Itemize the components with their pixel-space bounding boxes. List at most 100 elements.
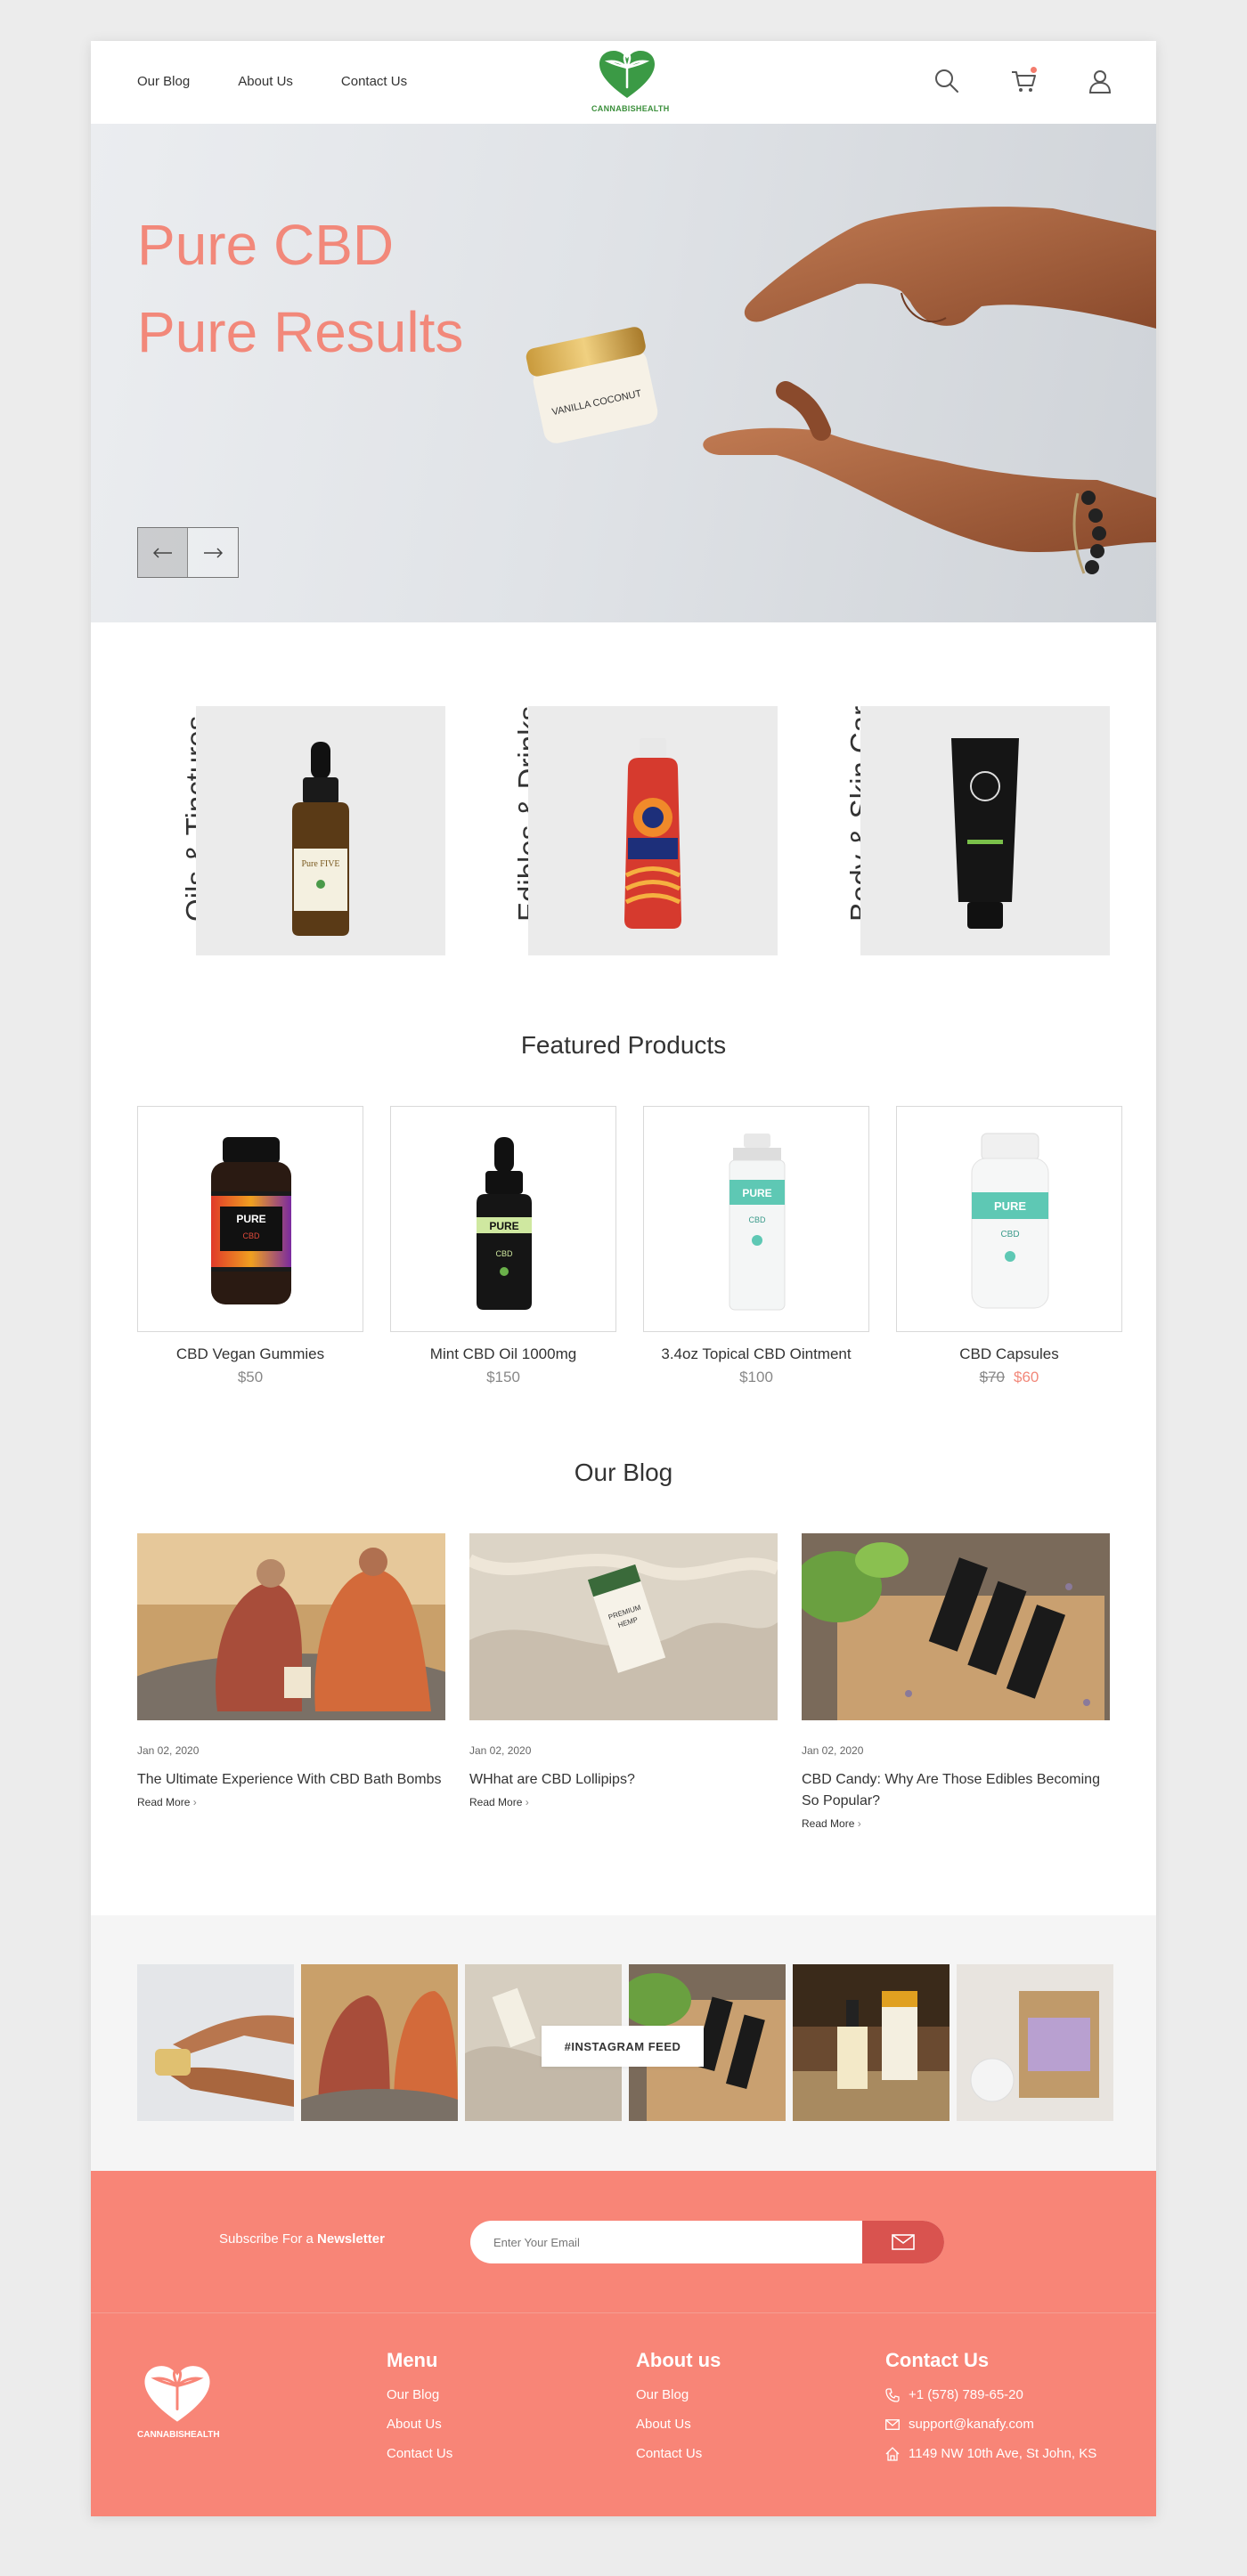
post-title[interactable]: WHhat are CBD Lollipips? [469, 1769, 778, 1791]
footer-link-contact-us[interactable]: Contact Us [636, 2446, 721, 2461]
main-nav: Our Blog About Us Contact Us [137, 74, 407, 89]
product-name[interactable]: 3.4oz Topical CBD Ointment [643, 1345, 869, 1363]
hero-banner: VANILLA COCONUT Pure CBD Pure Results [91, 124, 1156, 622]
heart-leaf-logo-icon [144, 2366, 210, 2422]
user-icon[interactable] [1087, 68, 1113, 94]
product-name[interactable]: Mint CBD Oil 1000mg [390, 1345, 616, 1363]
contact-phone[interactable]: +1 (578) 789-65-20 [885, 2387, 1096, 2402]
category-oils-tinctures[interactable]: Oils & Tinctures Pure FIVE [137, 706, 445, 955]
newsletter-section: Subscribe For a Newsletter [91, 2171, 1156, 2313]
envelope-icon [892, 2234, 915, 2250]
category-label: Body & Skin Care [844, 706, 860, 922]
blog-post[interactable]: PREMIUM HEMP Jan 02, 2020 WHhat are CBD … [469, 1533, 778, 1808]
category-image [528, 706, 778, 955]
chevron-right-icon: › [525, 1796, 529, 1808]
email-input[interactable] [470, 2221, 844, 2263]
product-name[interactable]: CBD Capsules [896, 1345, 1122, 1363]
gummies-jar-image: PURE CBD [211, 1137, 291, 1304]
product-image[interactable]: PURE CBD [643, 1106, 869, 1332]
category-label: Oils & Tinctures [180, 715, 196, 922]
post-date: Jan 02, 2020 [802, 1744, 864, 1757]
newsletter-text: Subscribe For a Newsletter [219, 2231, 385, 2247]
blog-post[interactable]: Jan 02, 2020 CBD Candy: Why Are Those Ed… [802, 1533, 1110, 1830]
svg-text:PURE: PURE [742, 1187, 771, 1199]
footer-link-contact-us[interactable]: Contact Us [387, 2446, 452, 2461]
nav-contact-us[interactable]: Contact Us [341, 74, 407, 89]
site-header: Our Blog About Us Contact Us CANNABISHEA… [91, 41, 1156, 124]
blog-post-image[interactable] [802, 1533, 1110, 1720]
product-name[interactable]: CBD Vegan Gummies [137, 1345, 363, 1363]
footer-link-our-blog[interactable]: Our Blog [636, 2387, 721, 2402]
arrow-right-icon [204, 547, 223, 558]
couple-outdoors-image [137, 1533, 445, 1720]
footer-link-about-us[interactable]: About Us [636, 2417, 721, 2432]
footer-link-our-blog[interactable]: Our Blog [387, 2387, 452, 2402]
product-image[interactable]: PURE CBD [390, 1106, 616, 1332]
phone-icon [885, 2387, 900, 2402]
category-edibles-drinks[interactable]: Edibles & Drinks [469, 706, 778, 955]
product-price: $50 [237, 1369, 264, 1386]
product-card[interactable]: PURE CBD CBD Vegan Gummies $50 [137, 1106, 363, 1386]
instagram-photo[interactable] [957, 1964, 1113, 2121]
nav-about-us[interactable]: About Us [238, 74, 293, 89]
blog-post-image[interactable] [137, 1533, 445, 1720]
read-more-link[interactable]: Read More › [469, 1796, 778, 1808]
contact-email[interactable]: support@kanafy.com [885, 2417, 1096, 2432]
category-body-skin-care[interactable]: Body & Skin Care [802, 706, 1110, 955]
blog-post[interactable]: Jan 02, 2020 The Ultimate Experience Wit… [137, 1533, 445, 1808]
svg-text:CBD: CBD [1000, 1230, 1019, 1239]
drink-bottle-image [624, 738, 681, 929]
cart-icon[interactable] [1010, 65, 1039, 94]
site-footer: CANNABISHEALTH Menu Our Blog About Us Co… [91, 2313, 1156, 2516]
slider-prev-button[interactable] [138, 528, 188, 577]
product-price: $150 [486, 1369, 520, 1386]
product-card[interactable]: PURE CBD 3.4oz Topical CBD Ointment $100 [643, 1106, 869, 1386]
post-date: Jan 02, 2020 [137, 1744, 200, 1757]
logo-text: CANNABISHEALTH [591, 104, 670, 113]
old-price: $70 [979, 1369, 1005, 1386]
read-more-link[interactable]: Read More › [802, 1817, 1110, 1830]
dropper-bottle-image: Pure FIVE [292, 742, 349, 936]
product-card[interactable]: PURE CBD CBD Capsules $70 $60 [896, 1106, 1122, 1386]
cream-tube-image [951, 738, 1019, 929]
contact-address[interactable]: 1149 NW 10th Ave, St John, KS [885, 2446, 1096, 2461]
footer-about-column: About us Our Blog About Us Contact Us [636, 2349, 721, 2475]
svg-text:PURE: PURE [489, 1220, 518, 1232]
hero-title: Pure CBD Pure Results [137, 201, 463, 376]
blog-post-image[interactable]: PREMIUM HEMP [469, 1533, 778, 1720]
product-price: $70 $60 [896, 1369, 1122, 1386]
search-icon[interactable] [933, 68, 960, 94]
subscribe-button[interactable] [862, 2221, 944, 2263]
nav-our-blog[interactable]: Our Blog [137, 74, 190, 89]
product-image[interactable]: PURE CBD [137, 1106, 363, 1332]
product-card[interactable]: PURE CBD Mint CBD Oil 1000mg $150 [390, 1106, 616, 1386]
svg-text:CBD: CBD [748, 1215, 766, 1224]
cart-badge [1029, 65, 1039, 75]
category-image: Pure FIVE [196, 706, 445, 955]
heart-leaf-logo-icon [599, 51, 655, 98]
ointment-pump-image: PURE CBD [729, 1134, 786, 1311]
site-logo[interactable]: CANNABISHEALTH [591, 50, 670, 114]
slider-next-button[interactable] [188, 528, 238, 577]
sale-price: $60 [1014, 1369, 1039, 1386]
slider-controls [137, 527, 239, 578]
svg-text:Pure FIVE: Pure FIVE [301, 859, 339, 869]
featured-products-title: Featured Products [520, 1031, 727, 1059]
oil-dropper-image: PURE CBD [477, 1137, 532, 1310]
svg-text:CBD: CBD [242, 1231, 260, 1240]
arrow-left-icon [152, 547, 172, 558]
chevron-right-icon: › [857, 1817, 861, 1830]
instagram-photo[interactable] [137, 1964, 294, 2121]
read-more-link[interactable]: Read More › [137, 1796, 445, 1808]
post-title[interactable]: CBD Candy: Why Are Those Edibles Becomin… [802, 1769, 1110, 1812]
footer-link-about-us[interactable]: About Us [387, 2417, 452, 2432]
lollipop-pack-image: PREMIUM HEMP [469, 1533, 778, 1720]
instagram-photo[interactable] [301, 1964, 458, 2121]
product-price: $100 [739, 1369, 773, 1386]
category-label: Edibles & Drinks [512, 706, 528, 922]
footer-logo[interactable]: CANNABISHEALTH [137, 2365, 220, 2440]
instagram-feed-label[interactable]: #INSTAGRAM FEED [542, 2026, 704, 2067]
instagram-photo[interactable] [793, 1964, 950, 2121]
post-title[interactable]: The Ultimate Experience With CBD Bath Bo… [137, 1769, 445, 1791]
product-image[interactable]: PURE CBD [896, 1106, 1122, 1332]
